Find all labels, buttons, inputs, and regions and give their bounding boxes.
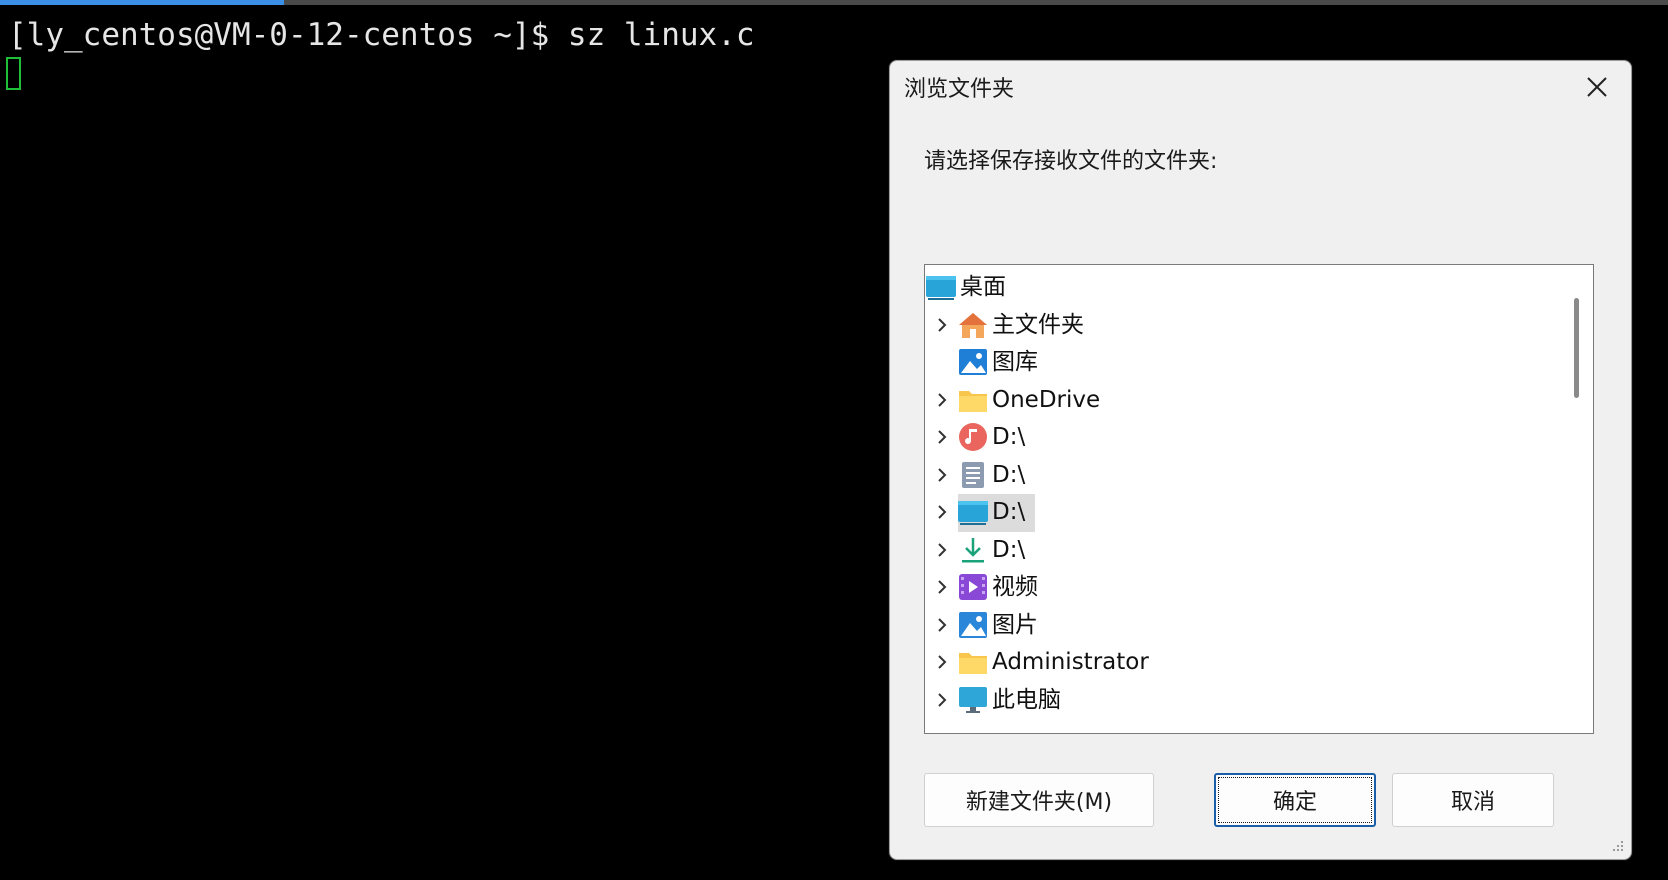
tree-scrollbar[interactable]: [1561, 265, 1593, 733]
desktop-icon: [925, 272, 957, 302]
chevron-right-icon[interactable]: [933, 615, 951, 635]
chevron-right-icon[interactable]: [933, 502, 951, 522]
tree-item-label: 此电脑: [992, 686, 1061, 713]
tree-item-label: 图库: [992, 349, 1038, 375]
folder-icon: [957, 647, 989, 677]
tree-item[interactable]: OneDrive: [925, 382, 1555, 418]
folder-icon: [957, 385, 989, 415]
tree-item[interactable]: 主文件夹: [925, 307, 1555, 343]
tree-item-label: D:\: [992, 499, 1026, 525]
tree-item-label: D:\: [992, 536, 1026, 563]
chevron-right-icon[interactable]: [933, 540, 951, 560]
tree-item[interactable]: 此电脑: [925, 682, 1555, 718]
download-icon: [957, 535, 989, 565]
tree-item[interactable]: Administrator: [925, 644, 1555, 680]
tree-item[interactable]: D:\: [925, 494, 1555, 532]
tree-item[interactable]: D:\: [925, 419, 1555, 455]
tree-item[interactable]: 视频: [925, 569, 1555, 605]
desktop-icon: [957, 497, 989, 527]
tree-item[interactable]: 图库: [925, 344, 1555, 380]
ok-button[interactable]: 确定: [1214, 773, 1376, 827]
tree-item-label: 图片: [992, 611, 1038, 638]
chevron-right-icon[interactable]: [933, 427, 951, 447]
video-icon: [957, 572, 989, 602]
resize-grip-icon[interactable]: [1609, 837, 1625, 853]
tree-item[interactable]: 桌面: [925, 269, 1555, 305]
tree-item-label: Administrator: [992, 649, 1149, 675]
gallery-icon: [957, 347, 989, 377]
chevron-right-icon[interactable]: [933, 390, 951, 410]
chevron-right-icon[interactable]: [933, 577, 951, 597]
cancel-button[interactable]: 取消: [1392, 773, 1554, 827]
chevron-right-icon[interactable]: [933, 652, 951, 672]
dialog-title: 浏览文件夹: [904, 77, 1015, 102]
chevron-right-icon[interactable]: [933, 465, 951, 485]
tree-item[interactable]: D:\: [925, 532, 1555, 568]
tree-item-label: 桌面: [960, 274, 1006, 300]
tree-item-label: 视频: [992, 574, 1038, 600]
computer-icon: [957, 685, 989, 715]
documents-icon: [957, 460, 989, 490]
home-icon: [957, 310, 989, 340]
tree-item[interactable]: D:\: [925, 457, 1555, 493]
terminal-prompt-line: [ly_centos@VM-0-12-centos ~]$ sz linux.c: [8, 17, 755, 53]
pictures-icon: [957, 610, 989, 640]
close-icon: [1587, 77, 1607, 97]
dialog-prompt: 请选择保存接收文件的文件夹:: [924, 149, 1218, 174]
browse-folder-dialog: 浏览文件夹 请选择保存接收文件的文件夹: 桌面主文件夹图库 OneDrive D:\…: [889, 60, 1632, 860]
tree-item[interactable]: 图片: [925, 607, 1555, 643]
close-button[interactable]: [1577, 69, 1617, 105]
tree-item-label: OneDrive: [992, 386, 1101, 413]
tree-scrollbar-thumb[interactable]: [1574, 298, 1579, 398]
tree-item-label: D:\: [992, 424, 1026, 450]
folder-tree[interactable]: 桌面主文件夹图库 OneDrive D:\ D:\ D:\ D:\ 视频图片 Administ…: [924, 264, 1594, 734]
new-folder-button[interactable]: 新建文件夹(M): [924, 773, 1154, 827]
terminal-cursor: [6, 57, 21, 90]
music-icon: [957, 422, 989, 452]
tree-item-label: 主文件夹: [992, 311, 1084, 338]
chevron-right-icon[interactable]: [933, 690, 951, 710]
tree-item-label: D:\: [992, 461, 1026, 488]
chevron-right-icon[interactable]: [933, 315, 951, 335]
